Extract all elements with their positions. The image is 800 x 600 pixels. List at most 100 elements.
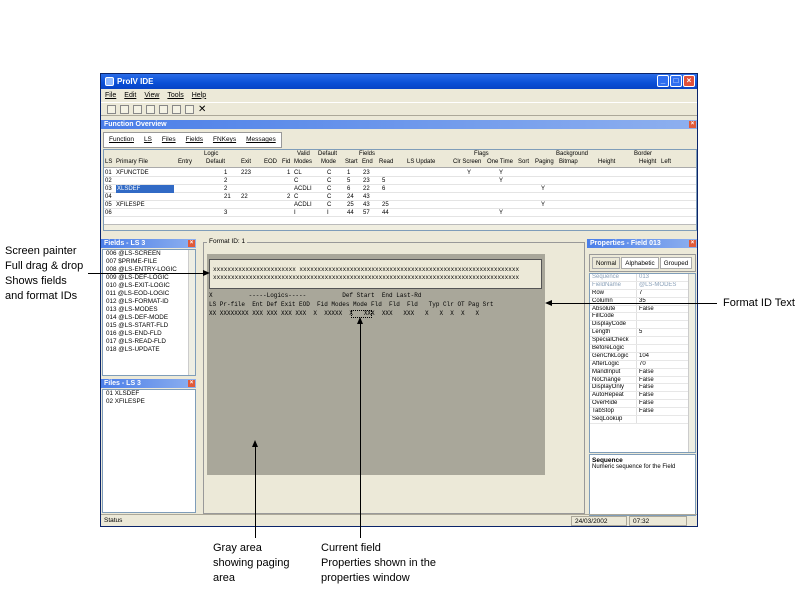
- format-id-text[interactable]: xxxxxxxxxxxxxxxxxxxxxxx xxxxxxxxxxxxxxxx…: [209, 259, 542, 289]
- table-cell-file[interactable]: XFUNCTDE: [116, 169, 149, 177]
- column-header[interactable]: LS Update: [407, 159, 435, 165]
- column-header[interactable]: Entry: [178, 159, 192, 165]
- vertical-scrollbar[interactable]: [188, 250, 195, 375]
- property-row[interactable]: Length 5: [590, 329, 695, 338]
- property-value[interactable]: [637, 313, 695, 320]
- column-header[interactable]: Bitmap: [559, 159, 578, 165]
- property-row[interactable]: GenChkLogic 104: [590, 352, 695, 361]
- list-item[interactable]: 011 @LS-EOD-LOGIC: [103, 290, 195, 298]
- tab-fnkeys[interactable]: FNKeys: [208, 133, 241, 147]
- close-icon[interactable]: ×: [188, 240, 195, 247]
- menu-tools[interactable]: Tools: [167, 92, 183, 99]
- column-header[interactable]: Paging: [535, 159, 554, 165]
- table-cell-start[interactable]: 1: [347, 169, 350, 177]
- property-value[interactable]: False: [637, 384, 695, 391]
- list-item[interactable]: 018 @LS-UPDATE: [103, 346, 195, 354]
- column-header[interactable]: Sort: [518, 159, 529, 165]
- table-cell-end[interactable]: 43: [363, 193, 370, 201]
- close-icon[interactable]: ×: [689, 121, 696, 128]
- column-header[interactable]: EOD: [264, 159, 277, 165]
- column-header[interactable]: Modes: [294, 159, 312, 165]
- list-item[interactable]: 006 @LS-SCREEN: [103, 250, 195, 258]
- list-item[interactable]: 013 @LS-MODES: [103, 306, 195, 314]
- table-cell-read[interactable]: 44: [382, 209, 389, 217]
- table-cell-mode[interactable]: C: [327, 169, 331, 177]
- property-row[interactable]: TabStop False: [590, 408, 695, 417]
- menu-edit[interactable]: Edit: [124, 92, 136, 99]
- property-row[interactable]: SeqLookup: [590, 416, 695, 424]
- tab-files[interactable]: Files: [157, 133, 181, 147]
- table-cell-start[interactable]: 6: [347, 185, 350, 193]
- property-row[interactable]: Column 35: [590, 297, 695, 306]
- table-cell-one[interactable]: Y: [499, 209, 503, 217]
- minimize-icon[interactable]: _: [657, 75, 669, 87]
- table-cell-end[interactable]: 43: [363, 201, 370, 209]
- table-cell-modes[interactable]: C: [294, 177, 298, 185]
- list-item[interactable]: 017 @LS-READ-FLD: [103, 338, 195, 346]
- property-value[interactable]: False: [637, 377, 695, 384]
- column-header[interactable]: Height: [639, 159, 656, 165]
- tab-fields[interactable]: Fields: [181, 133, 208, 147]
- column-header[interactable]: End: [362, 159, 373, 165]
- column-header[interactable]: Height: [598, 159, 615, 165]
- property-value[interactable]: [637, 416, 695, 423]
- delete-icon[interactable]: ✕: [198, 104, 207, 114]
- table-cell-read[interactable]: 6: [382, 185, 385, 193]
- list-item[interactable]: 016 @LS-END-FLD: [103, 330, 195, 338]
- list-item[interactable]: 01 XLSDEF: [103, 390, 195, 398]
- table-cell-ls[interactable]: 04: [105, 193, 112, 201]
- table-cell-mode[interactable]: I: [327, 209, 329, 217]
- table-cell-one[interactable]: Y: [499, 169, 503, 177]
- column-header[interactable]: Clr Screen: [453, 159, 481, 165]
- property-row[interactable]: FieldName @LS-MODES: [590, 281, 695, 290]
- tab-messages[interactable]: Messages: [241, 133, 281, 147]
- table-cell-exit[interactable]: 22: [241, 193, 248, 201]
- tab-function[interactable]: Function: [104, 133, 139, 147]
- table-cell-read[interactable]: 5: [382, 177, 385, 185]
- table-cell-fid[interactable]: 2: [287, 193, 290, 201]
- table-cell-ls[interactable]: 02: [105, 177, 112, 185]
- menu-view[interactable]: View: [144, 92, 159, 99]
- menu-help[interactable]: Help: [192, 92, 206, 99]
- table-cell-ls[interactable]: 06: [105, 209, 112, 217]
- table-cell-modes[interactable]: I: [294, 209, 296, 217]
- list-item[interactable]: 009 @LS-DEF-LOGIC: [103, 274, 195, 282]
- property-row[interactable]: FillCode: [590, 313, 695, 322]
- property-row[interactable]: AfterLogic 70: [590, 360, 695, 369]
- tab-grouped[interactable]: Grouped: [659, 257, 693, 269]
- table-cell-file[interactable]: XLSDEF: [116, 185, 174, 193]
- property-value[interactable]: False: [637, 392, 695, 399]
- column-header[interactable]: Start: [345, 159, 358, 165]
- maximize-icon[interactable]: □: [670, 75, 682, 87]
- table-cell-exit[interactable]: 223: [241, 169, 251, 177]
- cut-icon[interactable]: [159, 104, 168, 114]
- table-cell-ls[interactable]: 05: [105, 201, 112, 209]
- table-cell-ls[interactable]: 03: [105, 185, 112, 193]
- table-row[interactable]: 03 XLSDEF 2 ACDLI C 6 22 6 Y: [104, 185, 696, 193]
- property-row[interactable]: AutoRepeat False: [590, 392, 695, 401]
- property-row[interactable]: Sequence 013: [590, 274, 695, 282]
- table-cell-modes[interactable]: C: [294, 193, 298, 201]
- property-row[interactable]: DisplayCode: [590, 321, 695, 330]
- property-row[interactable]: NoChange False: [590, 376, 695, 385]
- column-header[interactable]: One Time: [487, 159, 513, 165]
- table-cell-start[interactable]: 44: [347, 209, 354, 217]
- column-header[interactable]: Fid: [282, 159, 290, 165]
- save-icon[interactable]: [120, 104, 129, 114]
- table-cell-start[interactable]: 5: [347, 177, 350, 185]
- list-item[interactable]: 014 @LS-DEF-MODE: [103, 314, 195, 322]
- table-row[interactable]: 01 XFUNCTDE 1 223 1 CL C 1 23 Y Y: [104, 169, 696, 177]
- table-cell-default[interactable]: 21: [224, 193, 231, 201]
- table-row[interactable]: 02 2 C C 5 23 5 Y: [104, 177, 696, 185]
- property-value[interactable]: 104: [637, 353, 695, 360]
- list-item[interactable]: 007 $PRIME-FILE: [103, 258, 195, 266]
- table-cell-read[interactable]: 25: [382, 201, 389, 209]
- tab-ls[interactable]: LS: [139, 133, 157, 147]
- property-value[interactable]: 7: [637, 290, 695, 297]
- table-row[interactable]: 05 XFILESPE ACDLI C 25 43 25 Y: [104, 201, 696, 209]
- table-cell-paging[interactable]: Y: [541, 201, 545, 209]
- property-value[interactable]: False: [637, 369, 695, 376]
- column-header[interactable]: Mode: [321, 159, 336, 165]
- column-header[interactable]: Default: [206, 159, 225, 165]
- table-cell-end[interactable]: 23: [363, 177, 370, 185]
